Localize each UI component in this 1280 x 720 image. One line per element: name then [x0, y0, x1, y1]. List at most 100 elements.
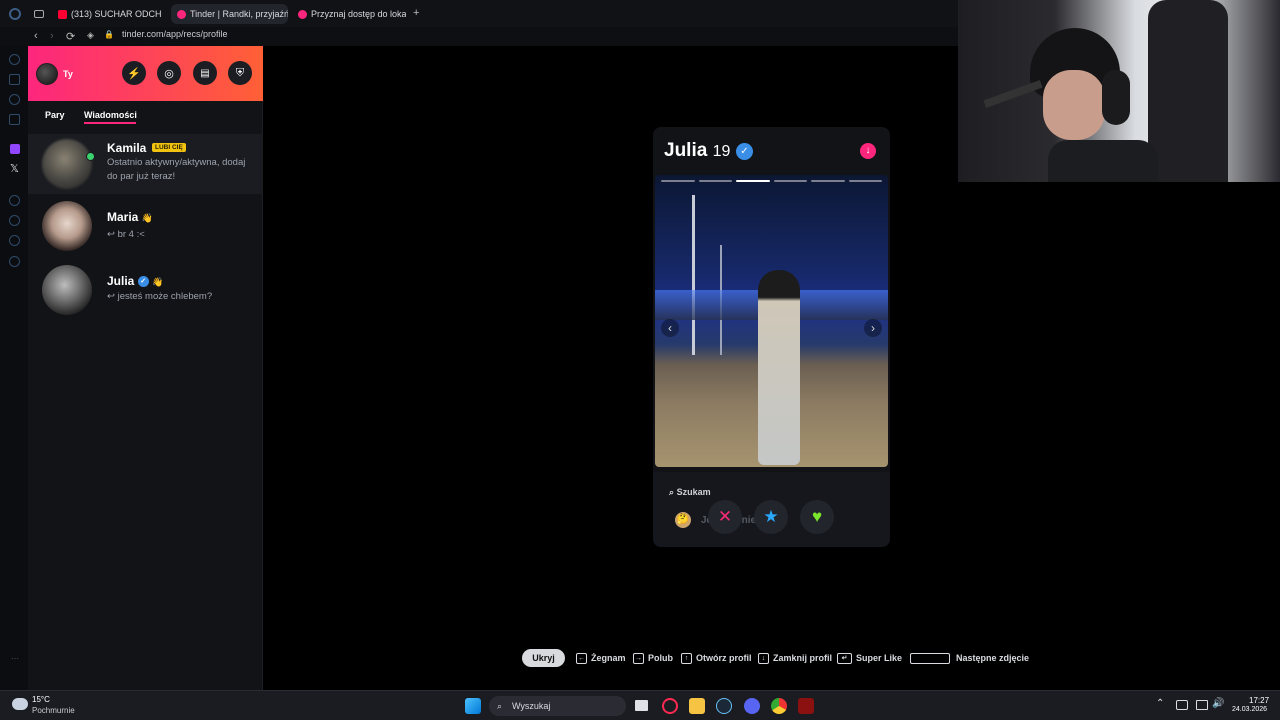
network-icon[interactable] [1196, 700, 1208, 710]
super-like-button[interactable]: ★ [754, 500, 788, 534]
conversation-name: Julia ✓ 👋 [107, 274, 164, 288]
twitch-icon[interactable] [10, 144, 20, 154]
tray-app-icon[interactable] [1176, 700, 1188, 710]
weather-description[interactable]: Pochmurnie [32, 706, 75, 715]
shopping-icon[interactable] [9, 74, 20, 85]
right-arrow-key-icon: → [633, 652, 644, 664]
nope-button[interactable]: ✕ [708, 500, 742, 534]
photo-progress-segment[interactable] [698, 180, 732, 182]
player-icon[interactable] [9, 195, 20, 206]
conversation-item[interactable]: Maria 👋 ↩ br 4 :< [28, 201, 263, 261]
extensions-icon[interactable] [9, 235, 20, 246]
hint-super-like: ↵ Super Like [837, 649, 902, 667]
discord-icon[interactable] [744, 698, 760, 714]
profile-card: Julia 19 ✓ ↓ ‹ › ⌕ Szukam 🤔 Jeszcze nie … [653, 127, 890, 547]
photo-progress-segment[interactable] [661, 180, 695, 182]
briefcase-icon[interactable]: ▤ [193, 61, 217, 85]
app-icon[interactable] [798, 698, 814, 714]
profile-info: ⌕ Szukam 🤔 Jeszcze nie wiem ✕ ★ ♥ [653, 472, 890, 547]
opera-sidebar: 𝕏 ⋯ [0, 46, 28, 690]
enter-key-icon: ↵ [837, 652, 852, 664]
task-view-icon[interactable] [635, 700, 648, 711]
microphone [983, 79, 1043, 109]
tab-youtube[interactable]: (313) SUCHAR ODCHODZI [52, 4, 162, 24]
search-icon: ⌕ [669, 487, 675, 497]
site-info-icon[interactable]: ◈ [87, 30, 94, 41]
tinder-sidebar: Ty ⚡ ◎ ▤ ⛨ Pary Wiadomości Kamila LUBI C… [28, 46, 263, 690]
clock-date[interactable]: 24.03.2026 [1232, 706, 1267, 713]
weather-cloud-icon[interactable] [12, 698, 28, 710]
photo-pole [692, 195, 695, 355]
profile-name: Julia 19 [664, 140, 731, 161]
previous-photo-button[interactable]: ‹ [661, 319, 679, 337]
profile-photo[interactable]: ‹ › [655, 175, 888, 467]
thinking-emoji-icon: 🤔 [675, 512, 691, 528]
settings-gear-icon[interactable] [9, 256, 20, 267]
wave-icon: 👋 [152, 277, 164, 287]
photo-progress-segment[interactable] [773, 180, 807, 182]
clock-time[interactable]: 17:27 [1249, 696, 1269, 705]
reload-icon[interactable]: ⟳ [66, 30, 75, 43]
opera-gx-icon[interactable] [662, 698, 678, 714]
windows-taskbar: 15°C Pochmurnie ⌕ Wyszukaj ⌃ 🔊 17:27 24.… [0, 690, 1280, 720]
tab-location-permission[interactable]: Przyznaj dostęp do lokaliz [292, 4, 406, 24]
steam-icon[interactable] [716, 698, 732, 714]
hint-next-photo: Następne zdjęcie [910, 649, 1029, 667]
browser-tab-bar: (313) SUCHAR ODCHODZI Tinder | Randki, p… [0, 0, 958, 27]
url-field[interactable]: tinder.com/app/recs/profile [122, 29, 228, 39]
new-tab-button[interactable]: + [413, 7, 419, 19]
close-profile-arrow-icon[interactable]: ↓ [860, 143, 876, 159]
profile-header: Ty ⚡ ◎ ▤ ⛨ [28, 46, 263, 101]
weather-temperature[interactable]: 15°C [32, 695, 50, 704]
looking-for-label: ⌕ Szukam [669, 487, 711, 497]
notes-icon[interactable] [9, 114, 20, 125]
photo-progress-segment[interactable] [736, 180, 770, 182]
tab-tinder[interactable]: Tinder | Randki, przyjaźń, [171, 4, 288, 24]
photo-progress-segment[interactable] [848, 180, 882, 182]
conversation-name: Kamila [107, 141, 147, 155]
back-arrow-icon[interactable]: ‹ [34, 30, 38, 42]
boost-lightning-icon[interactable]: ⚡ [122, 61, 146, 85]
headphones [1102, 70, 1130, 125]
forward-arrow-icon[interactable]: › [50, 30, 54, 42]
online-indicator [86, 152, 95, 161]
conversation-preview: ↩ br 4 :< [107, 229, 145, 240]
space-key-icon [910, 652, 950, 664]
conversation-item[interactable]: Kamila LUBI CIĘ Ostatnio aktywny/aktywna… [28, 134, 263, 194]
conversation-name: Maria 👋 [107, 210, 153, 224]
avatar [42, 265, 92, 315]
chrome-icon[interactable] [771, 698, 787, 714]
hint-close-profile: ↓ Zamknij profil [758, 649, 832, 667]
windows-start-icon[interactable] [465, 698, 481, 714]
tab-matches[interactable]: Pary [45, 110, 65, 120]
gaming-chair [1148, 0, 1228, 182]
safety-shield-icon[interactable]: ⛨ [228, 61, 252, 85]
my-avatar[interactable] [36, 63, 58, 85]
next-photo-button[interactable]: › [864, 319, 882, 337]
file-explorer-icon[interactable] [689, 698, 705, 714]
tray-chevron-icon[interactable]: ⌃ [1156, 698, 1164, 709]
volume-icon[interactable]: 🔊 [1212, 698, 1224, 709]
search-icon: ⌕ [497, 701, 503, 711]
wave-icon: 👋 [141, 213, 153, 223]
explore-compass-icon[interactable]: ◎ [157, 61, 181, 85]
streamer-shirt [1048, 140, 1158, 182]
my-profile-label[interactable]: Ty [63, 69, 73, 79]
tinder-flame-icon [298, 9, 307, 19]
like-button[interactable]: ♥ [800, 500, 834, 534]
conversation-item[interactable]: Julia ✓ 👋 ↩ jesteś może chlebem? [28, 265, 263, 325]
workspaces-icon[interactable] [34, 10, 44, 18]
likes-you-badge: LUBI CIĘ [152, 143, 186, 152]
taskbar-search[interactable]: ⌕ Wyszukaj [489, 696, 626, 716]
left-arrow-key-icon: ← [576, 652, 587, 664]
lock-icon: 🔒 [104, 30, 114, 39]
opera-logo-icon[interactable] [9, 8, 21, 20]
tab-messages[interactable]: Wiadomości [84, 110, 137, 120]
x-icon[interactable]: 𝕏 [10, 162, 19, 175]
messenger-icon[interactable] [9, 94, 20, 105]
keyboard-shortcuts-bar: ← Żegnam → Polub ↑ Otwórz profil ↓ Zamknij p… [0, 649, 1280, 667]
speed-dial-icon[interactable] [9, 54, 20, 65]
history-icon[interactable] [9, 215, 20, 226]
avatar [42, 201, 92, 251]
photo-progress-segment[interactable] [811, 180, 845, 182]
